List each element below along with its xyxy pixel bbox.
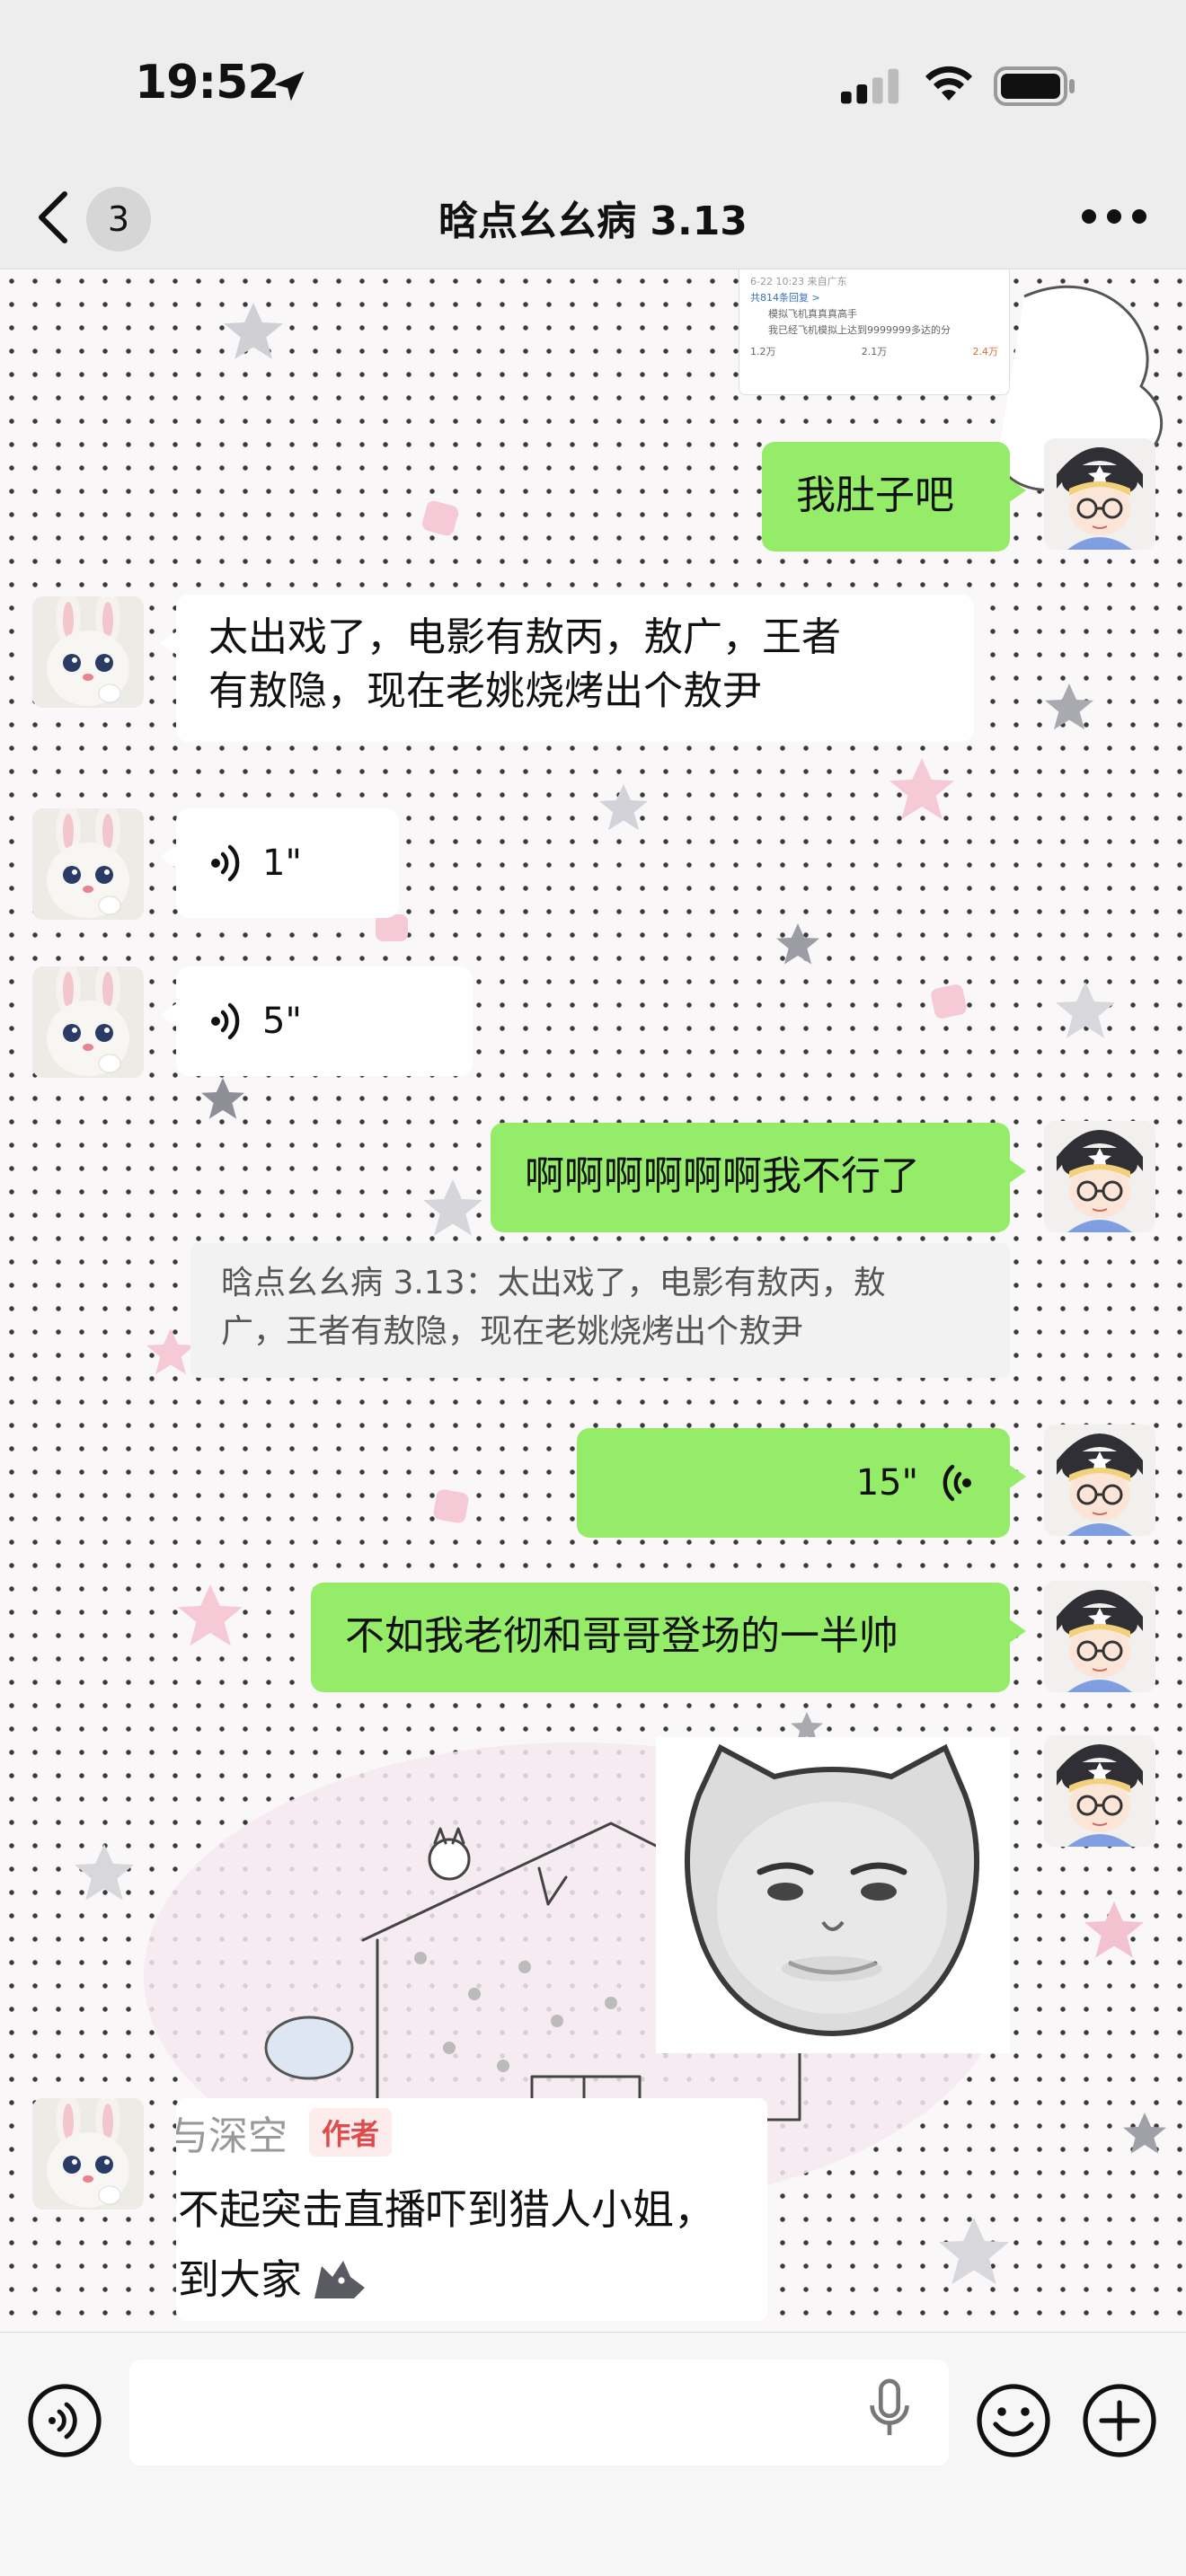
boy-avatar-icon: [1044, 1581, 1155, 1692]
message-bubble-outgoing[interactable]: 我肚子吧: [762, 442, 1026, 551]
screenshot-meta: 6-22 10:23 来自广东: [750, 276, 847, 287]
voice-duration: 1": [262, 842, 302, 884]
screenshot-share-count: 1.2万: [750, 346, 776, 357]
voice-duration: 15": [855, 1462, 918, 1504]
bunny-avatar-icon: [32, 808, 144, 920]
emoji-icon[interactable]: [976, 2383, 1051, 2458]
voice-message-incoming[interactable]: 1": [160, 808, 399, 918]
voice-message-outgoing[interactable]: 15": [577, 1428, 1026, 1538]
contact-avatar[interactable]: [32, 2098, 144, 2210]
sticker-message[interactable]: [656, 1737, 1010, 2053]
microphone-icon[interactable]: [864, 2378, 915, 2440]
cellular-signal-icon: [841, 68, 899, 104]
bunny-avatar-icon: [32, 2098, 144, 2210]
message-text-line-1: 太出戏了，电影有敖丙，敖广，王者: [208, 614, 841, 660]
unread-count-badge: 3: [86, 187, 151, 251]
battery-icon: [994, 66, 1075, 106]
bunny-avatar-icon: [32, 966, 144, 1078]
boy-avatar-icon: [1044, 1425, 1155, 1536]
screenshot-comment-author: 模拟飞机真真真高手: [768, 308, 857, 320]
self-avatar[interactable]: [1044, 1735, 1155, 1847]
bunny-avatar-icon: [32, 596, 144, 708]
back-button[interactable]: 3: [36, 185, 162, 251]
message-text-line-2: 有敖隐，现在老姚烧烤出个敖尹: [208, 668, 762, 714]
boy-avatar-icon: [1044, 1121, 1155, 1232]
message-text: 我肚子吧: [796, 472, 954, 518]
contact-avatar[interactable]: [32, 808, 144, 920]
voice-duration: 5": [262, 1001, 302, 1042]
chat-header: 3 晗点幺幺病 3.13: [0, 162, 1186, 269]
self-avatar[interactable]: [1044, 1581, 1155, 1692]
quote-line-2: 广，王者有敖隐，现在老姚烧烤出个敖尹: [221, 1313, 804, 1350]
voice-wave-icon: [211, 844, 240, 882]
self-avatar[interactable]: [1044, 1425, 1155, 1536]
chevron-left-icon: [39, 191, 67, 243]
message-bubble-outgoing[interactable]: 啊啊啊啊啊啊我不行了: [491, 1123, 1026, 1232]
voice-message-incoming[interactable]: 5": [160, 966, 473, 1076]
plus-more-icon[interactable]: [1082, 2383, 1157, 2458]
voice-wave-icon: [943, 1464, 971, 1502]
shared-post-line-2-row: 见到大家: [176, 2251, 368, 2308]
shared-post-line-1: 对不起突击直播吓到猎人小姐，: [176, 2185, 715, 2234]
message-bubble-incoming[interactable]: 太出戏了，电影有敖丙，敖广，王者 有敖隐，现在老姚烧烤出个敖尹: [160, 595, 974, 742]
screenshot-like-count: 2.4万: [972, 346, 999, 357]
location-arrow-icon: [274, 71, 305, 101]
message-bubble-outgoing[interactable]: 不如我老彻和哥哥登场的一半帅: [311, 1583, 1026, 1692]
quoted-message-reference[interactable]: 晗点幺幺病 3.13：太出戏了，电影有敖丙，敖 广，王者有敖隐，现在老姚烧烤出个…: [190, 1243, 1010, 1378]
quote-line-1: 晗点幺幺病 3.13：太出戏了，电影有敖丙，敖: [221, 1265, 886, 1301]
self-avatar[interactable]: [1044, 1121, 1155, 1232]
image-message-screenshot[interactable]: 6-22 10:23 来自广东 共814条回复 > 模拟飞机真真真高手 我已经飞…: [739, 269, 1010, 395]
screenshot-comment-count: 2.1万: [861, 346, 888, 357]
boy-avatar-icon: [1044, 438, 1155, 550]
more-options-icon[interactable]: [1078, 194, 1150, 239]
wifi-icon: [925, 66, 972, 101]
author-tag: 作者: [309, 2108, 393, 2157]
shared-post-author: 与深空: [176, 2113, 288, 2159]
contact-avatar[interactable]: [32, 596, 144, 708]
status-time: 19:52: [135, 56, 280, 110]
chat-message-list[interactable]: 6-22 10:23 来自广东 共814条回复 > 模拟飞机真真真高手 我已经飞…: [0, 269, 1186, 2332]
wolf-emoji-icon: [314, 2261, 365, 2298]
input-bar: [0, 2332, 1186, 2576]
boy-avatar-icon: [1044, 1735, 1155, 1847]
message-input[interactable]: [129, 2360, 949, 2466]
voice-wave-icon: [211, 1002, 240, 1040]
shared-post-line-2: 见到大家: [176, 2255, 302, 2304]
message-text: 啊啊啊啊啊啊我不行了: [525, 1153, 920, 1199]
voice-input-toggle-icon[interactable]: [27, 2383, 102, 2458]
cat-face-sticker-icon: [656, 1737, 1010, 2053]
status-bar: 19:52: [0, 0, 1186, 162]
screenshot-replies: 共814条回复 >: [750, 292, 820, 304]
message-text: 不如我老彻和哥哥登场的一半帅: [345, 1613, 898, 1659]
shared-post-header: 与深空 作者: [176, 2104, 393, 2161]
contact-avatar[interactable]: [32, 966, 144, 1078]
screenshot-action-row: 1.2万 2.1万 2.4万: [750, 344, 998, 360]
shared-post-card[interactable]: 与深空 作者 对不起突击直播吓到猎人小姐， 见到大家: [176, 2098, 767, 2321]
chat-title: 晗点幺幺病 3.13: [438, 198, 748, 244]
screenshot-comment-text: 我已经飞机模拟上达到9999999多达的分: [768, 324, 951, 336]
self-avatar[interactable]: [1044, 438, 1155, 550]
